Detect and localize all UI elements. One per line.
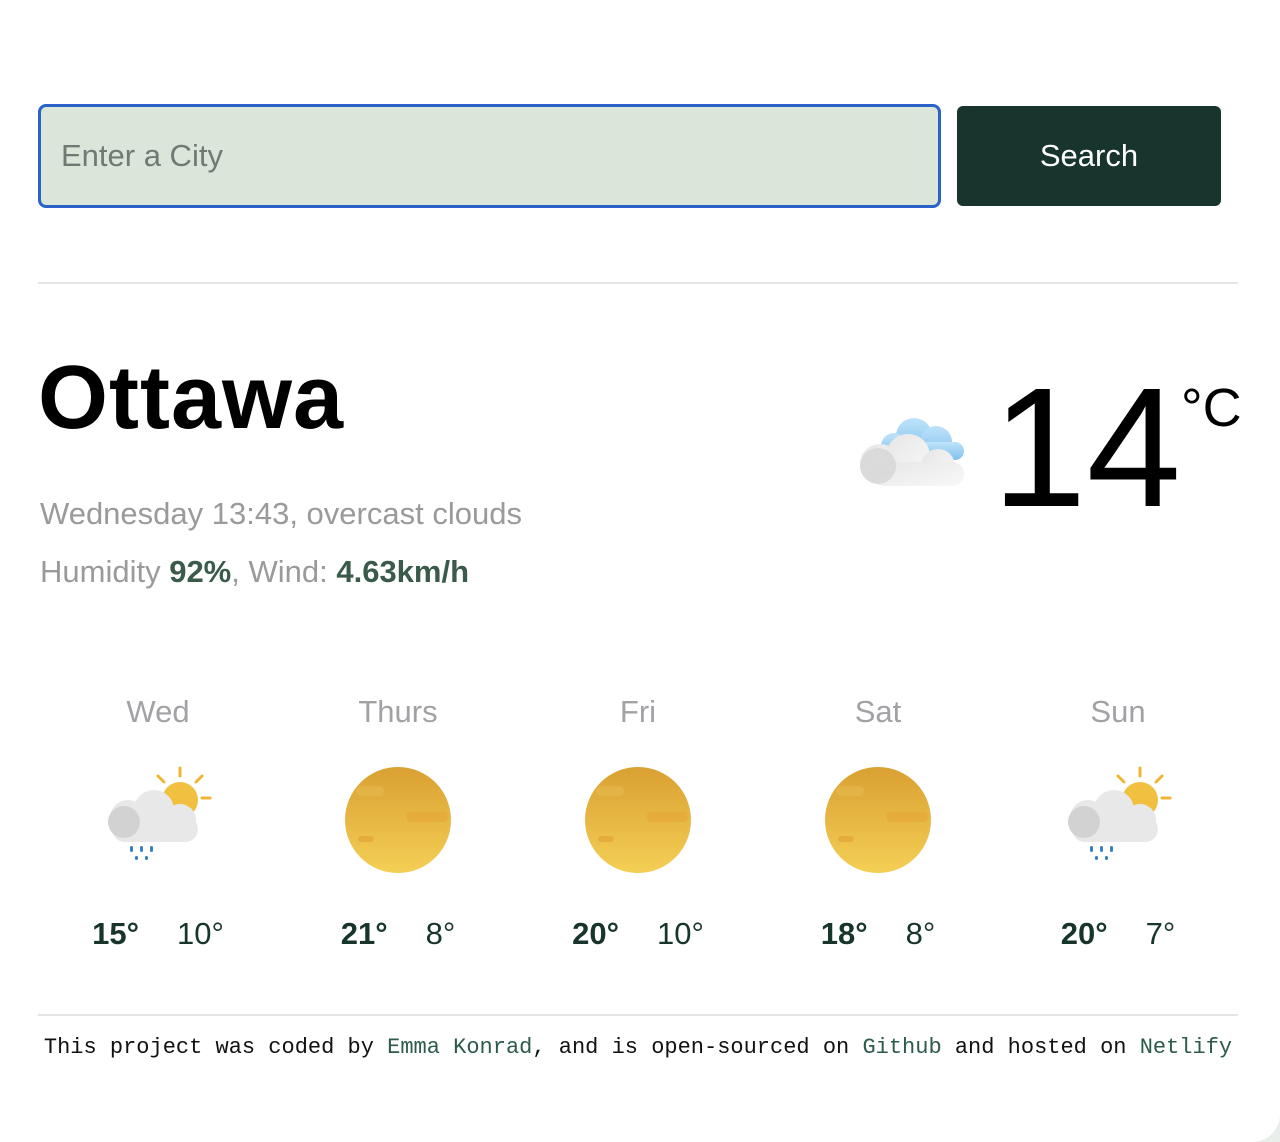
- weather-app-card: Search Ottawa Wednesday 13:43, overcast …: [0, 0, 1280, 1142]
- sun-haze-icon: [345, 767, 451, 873]
- footer-text: , and is open-sourced on: [532, 1035, 863, 1060]
- divider: [38, 1014, 1238, 1016]
- footer: This project was coded by Emma Konrad, a…: [38, 1034, 1238, 1061]
- forecast-day: Sun 20° 7°: [998, 690, 1238, 970]
- humidity-wind: Humidity 92%, Wind: 4.63km/h: [40, 554, 469, 590]
- forecast-day-name: Wed: [126, 694, 190, 729]
- search-button[interactable]: Search: [957, 106, 1221, 206]
- footer-text: This project was coded by: [43, 1035, 388, 1060]
- sun-haze-icon: [585, 767, 691, 873]
- wind-label: , Wind:: [231, 554, 337, 589]
- forecast-min: 8°: [905, 916, 936, 951]
- overcast-clouds-icon: [860, 418, 964, 486]
- forecast-day-name: Sat: [854, 694, 902, 729]
- forecast-max: 21°: [340, 916, 388, 951]
- forecast-max: 15°: [92, 916, 139, 951]
- date-description-text: Wednesday 13:43, overcast clouds: [40, 496, 522, 531]
- current-temperature: 14: [992, 353, 1182, 543]
- forecast-min: 7°: [1145, 916, 1176, 951]
- forecast-day: Sat 18° 8°: [758, 690, 998, 970]
- forecast-day: Wed 15° 10°: [38, 690, 278, 970]
- rain-sun-cloud-icon: [1068, 766, 1172, 860]
- search-form: Search: [38, 104, 1221, 208]
- forecast-day-name: Sun: [1090, 694, 1146, 729]
- city-name: Ottawa: [38, 348, 345, 448]
- forecast: Wed 15° 10° Thurs 21° 8° Fri 20° 10° Sat…: [38, 690, 1238, 970]
- forecast-day-name: Thurs: [358, 694, 438, 729]
- forecast-max: 20°: [1060, 916, 1108, 951]
- forecast-max: 18°: [820, 916, 868, 951]
- rain-sun-cloud-icon: [108, 766, 212, 860]
- forecast-max: 20°: [572, 916, 619, 951]
- forecast-day: Thurs 21° 8°: [278, 690, 518, 970]
- sun-haze-icon: [825, 767, 931, 873]
- date-description: Wednesday 13:43, overcast clouds: [40, 496, 522, 532]
- temperature-unit: °C: [1181, 378, 1242, 438]
- forecast-min: 10°: [177, 916, 224, 951]
- humidity-label: Humidity: [40, 554, 170, 589]
- forecast-min: 10°: [657, 916, 704, 951]
- forecast-temps: 20° 10°: [518, 916, 758, 952]
- city-search-input[interactable]: [38, 104, 941, 208]
- forecast-temps: 21° 8°: [278, 916, 518, 952]
- forecast-temps: 18° 8°: [758, 916, 998, 952]
- wind-value: 4.63km/h: [336, 554, 470, 589]
- forecast-day-name: Fri: [619, 694, 657, 729]
- forecast-day: Fri 20° 10°: [518, 690, 758, 970]
- forecast-temps: 20° 7°: [998, 916, 1238, 952]
- github-link[interactable]: Github: [862, 1035, 941, 1060]
- forecast-temps: 15° 10°: [38, 916, 278, 952]
- humidity-value: 92%: [169, 554, 232, 589]
- netlify-link[interactable]: Netlify: [1140, 1035, 1232, 1060]
- divider: [38, 282, 1238, 284]
- footer-text: and hosted on: [941, 1035, 1140, 1060]
- author-link[interactable]: Emma Konrad: [387, 1035, 532, 1060]
- forecast-min: 8°: [425, 916, 456, 951]
